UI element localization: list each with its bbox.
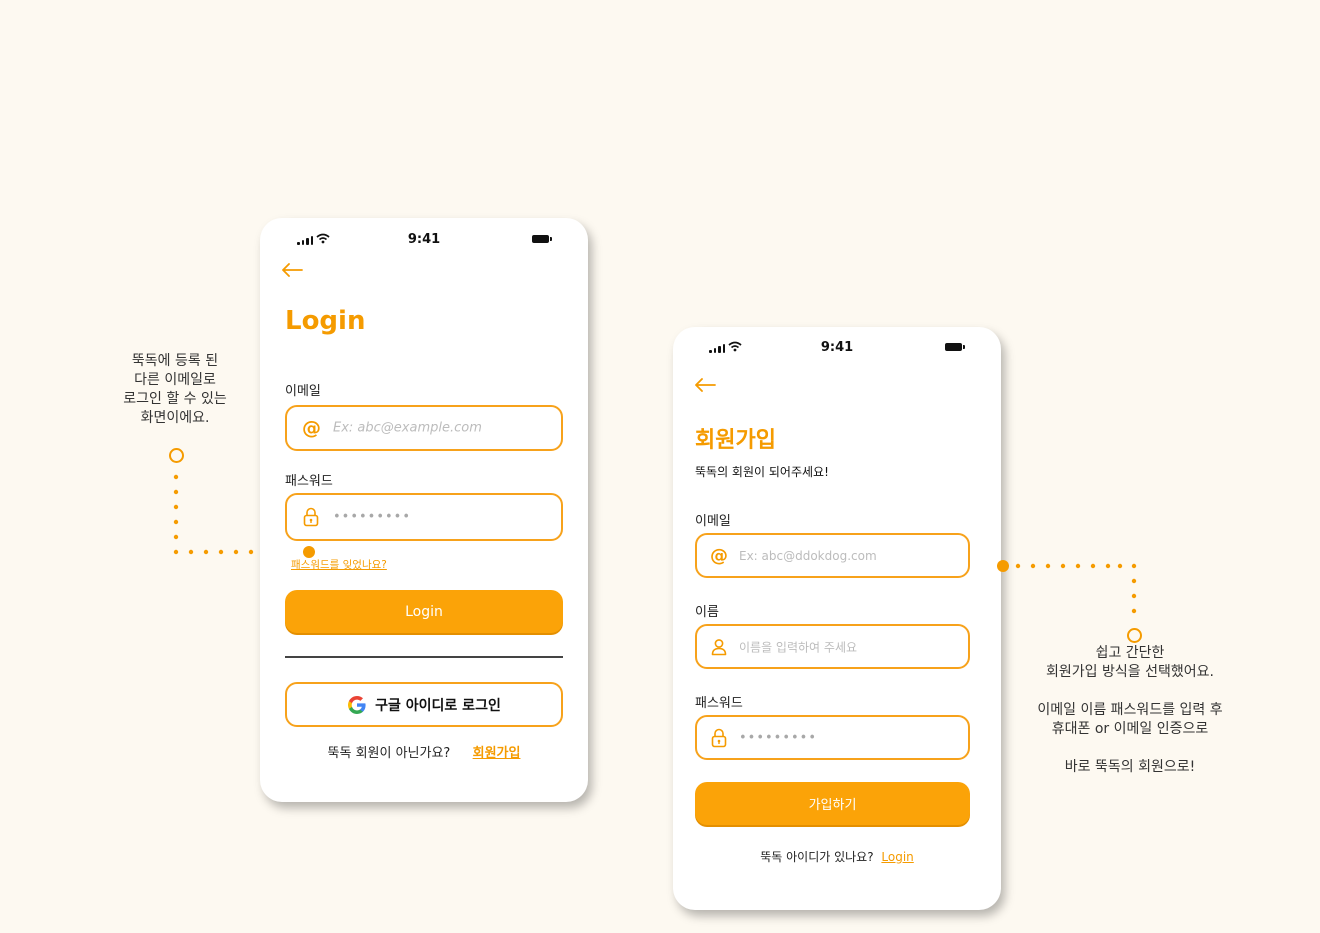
password-label: 패스워드 xyxy=(695,696,743,711)
page-title: 회원가입 xyxy=(695,428,776,453)
name-label: 이름 xyxy=(695,605,719,620)
status-bar: 9:41 xyxy=(260,218,588,258)
email-label: 이메일 xyxy=(695,514,731,529)
at-icon: @ xyxy=(710,545,728,566)
login-annotation-ring xyxy=(169,448,184,463)
password-label: 패스워드 xyxy=(285,474,333,489)
signup-screen: 9:41 회원가입 뚝독의 회원이 되어주세요! 이메일 @ Ex: abc@d… xyxy=(673,327,1001,910)
status-bar: 9:41 xyxy=(673,327,1001,367)
google-login-button[interactable]: 구글 아이디로 로그인 xyxy=(285,682,563,727)
password-value: ••••••••• xyxy=(739,730,818,745)
signup-link[interactable]: 회원가입 xyxy=(473,746,521,761)
password-field[interactable]: ••••••••• xyxy=(285,493,563,541)
login-screen: 9:41 Login 이메일 @ Ex: abc@example.com 패스워… xyxy=(260,218,588,802)
signup-annotation-ring xyxy=(1127,628,1142,643)
email-field[interactable]: @ Ex: abc@example.com xyxy=(285,405,563,451)
password-field[interactable]: ••••••••• xyxy=(695,715,970,760)
email-field[interactable]: @ Ex: abc@ddokdog.com xyxy=(695,533,970,578)
email-label: 이메일 xyxy=(285,384,321,399)
divider xyxy=(285,656,563,658)
forgot-password-link[interactable]: 패스워드를 잊었나요? xyxy=(291,557,387,572)
name-field[interactable]: 이름을 입력하여 주세요 xyxy=(695,624,970,669)
signup-submit-button[interactable]: 가입하기 xyxy=(695,782,970,825)
page-title: Login xyxy=(285,306,366,336)
arrow-left-icon[interactable] xyxy=(281,263,303,277)
login-link[interactable]: Login xyxy=(881,850,913,864)
name-placeholder: 이름을 입력하여 주세요 xyxy=(739,640,858,654)
email-placeholder: Ex: abc@example.com xyxy=(333,420,482,436)
lock-icon xyxy=(303,507,319,527)
lock-icon xyxy=(711,728,727,747)
signup-annotation-dot xyxy=(997,560,1009,572)
signup-prompt: 뚝독 회원이 아닌가요? xyxy=(327,746,451,761)
user-icon xyxy=(711,638,727,655)
login-prompt: 뚝독 아이디가 있나요? xyxy=(760,850,874,864)
signup-prompt-row: 뚝독 회원이 아닌가요? 회원가입 xyxy=(260,742,588,761)
signup-annotation-text: 쉽고 간단한 회원가입 방식을 선택했어요. 이메일 이름 패스워드를 입력 후… xyxy=(1037,645,1223,775)
page-subtitle: 뚝독의 회원이 되어주세요! xyxy=(695,465,829,479)
email-placeholder: Ex: abc@ddokdog.com xyxy=(739,548,877,563)
google-icon xyxy=(348,695,366,714)
password-value: ••••••••• xyxy=(333,509,412,525)
google-button-label: 구글 아이디로 로그인 xyxy=(375,697,501,714)
login-button[interactable]: Login xyxy=(285,590,563,633)
battery-icon xyxy=(945,343,965,351)
login-prompt-row: 뚝독 아이디가 있나요? Login xyxy=(673,848,1001,865)
battery-icon xyxy=(532,235,552,243)
arrow-left-icon[interactable] xyxy=(694,378,716,392)
login-annotation-connector xyxy=(173,474,1137,614)
at-icon: @ xyxy=(302,417,321,439)
